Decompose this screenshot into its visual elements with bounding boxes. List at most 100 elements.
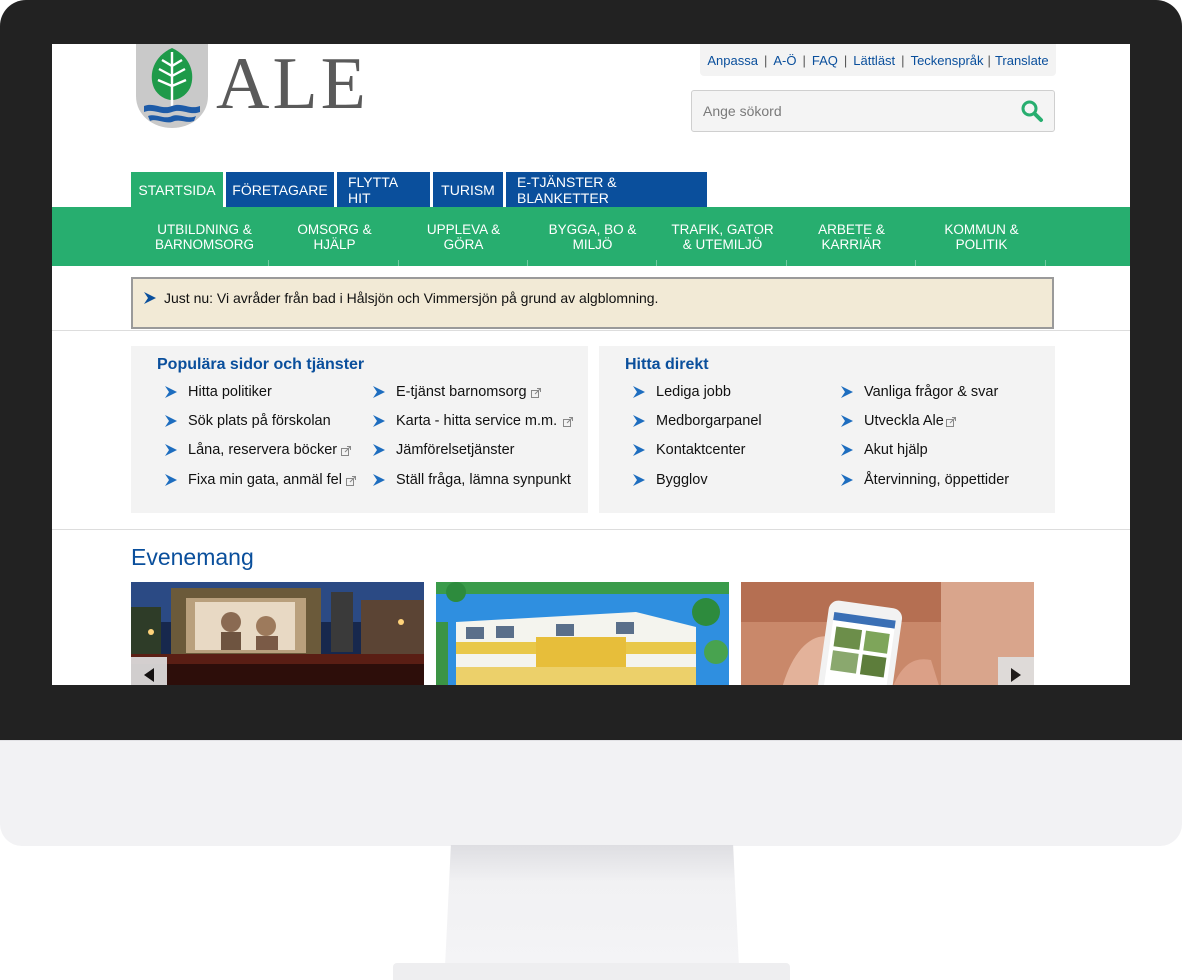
list-item[interactable]: Jämförelsetjänster xyxy=(373,442,515,458)
list-item[interactable]: Akut hjälp xyxy=(841,442,928,458)
event-card-outdoor-cinema[interactable] xyxy=(131,582,424,685)
list-item[interactable]: Hitta politiker xyxy=(165,384,272,400)
notice-text: Just nu: Vi avråder från bad i Hålsjön o… xyxy=(164,290,659,306)
link-translate[interactable]: Translate xyxy=(995,53,1049,68)
arrow-right-icon xyxy=(373,444,385,456)
monitor-stand xyxy=(445,845,739,967)
nav-omsorg[interactable]: OMSORG & HJÄLP xyxy=(270,207,399,266)
list-item[interactable]: Karta - hitta service m.m. xyxy=(373,413,574,429)
event-image-phone xyxy=(741,582,1034,685)
nav-label: GÖRA xyxy=(443,236,484,252)
nav-bygga[interactable]: BYGGA, BO & MILJÖ xyxy=(528,207,657,266)
list-item[interactable]: Sök plats på förskolan xyxy=(165,413,331,429)
arrow-right-icon xyxy=(841,386,853,398)
popular-title: Populära sidor och tjänster xyxy=(157,356,365,373)
list-item-label: Återvinning, öppettider xyxy=(864,472,1010,488)
tab-turism[interactable]: TURISM xyxy=(433,172,503,207)
list-item-label: Vanliga frågor & svar xyxy=(864,384,999,400)
link-faq[interactable]: FAQ xyxy=(812,53,838,68)
list-item-label: Sök plats på förskolan xyxy=(188,413,331,429)
list-item-label: Utveckla Ale xyxy=(864,413,944,429)
event-image-cinema xyxy=(131,582,424,685)
utility-links: Anpassa | A-Ö | FAQ | Lättläst | Teckens… xyxy=(700,44,1056,76)
arrow-right-icon xyxy=(841,415,853,427)
search-input[interactable] xyxy=(701,102,1005,120)
nav-utbildning[interactable]: UTBILDNING & BARNOMSORG xyxy=(140,207,269,266)
arrow-right-icon xyxy=(841,444,853,456)
list-item-label: Jämförelsetjänster xyxy=(396,442,515,458)
arrow-right-icon xyxy=(165,415,177,427)
tab-foretagare[interactable]: FÖRETAGARE xyxy=(226,172,334,207)
arrow-right-icon xyxy=(373,386,385,398)
nav-kommun[interactable]: KOMMUN & POLITIK xyxy=(917,207,1046,266)
audience-tabs: STARTSIDA FÖRETAGARE FLYTTA HIT TURISM E… xyxy=(131,172,710,207)
list-item[interactable]: Ställ fråga, lämna synpunkt xyxy=(373,472,571,488)
list-item[interactable]: Vanliga frågor & svar xyxy=(841,384,999,400)
nav-label: BARNOMSORG xyxy=(154,236,254,252)
list-item-label: Låna, reservera böcker xyxy=(188,442,338,458)
nav-label: OMSORG & xyxy=(297,221,372,237)
nav-trafik[interactable]: TRAFIK, GATOR & UTEMILJÖ xyxy=(658,207,787,266)
alert-notice[interactable]: Just nu: Vi avråder från bad i Hålsjön o… xyxy=(131,277,1054,329)
tab-startsida[interactable]: STARTSIDA xyxy=(131,172,223,207)
arrow-right-icon xyxy=(633,415,645,427)
list-item-label: Hitta politiker xyxy=(188,384,272,400)
list-item[interactable]: E-tjänst barnomsorg xyxy=(373,384,541,400)
list-item[interactable]: Återvinning, öppettider xyxy=(841,472,1010,488)
arrow-right-icon xyxy=(144,292,156,304)
list-item[interactable]: Lediga jobb xyxy=(633,384,731,400)
list-item[interactable]: Bygglov xyxy=(633,472,708,488)
list-item[interactable]: Medborgarpanel xyxy=(633,413,762,429)
nav-label: BYGGA, BO & xyxy=(548,221,637,237)
monitor-base xyxy=(393,963,790,980)
search-icon[interactable] xyxy=(1020,99,1044,123)
ale-shield-icon xyxy=(136,44,208,128)
list-item[interactable]: Låna, reservera böcker xyxy=(165,442,352,458)
external-link-icon xyxy=(345,476,356,486)
chevron-left-icon xyxy=(144,668,154,682)
arrow-right-icon xyxy=(633,474,645,486)
direct-title: Hitta direkt xyxy=(625,356,709,373)
event-card-mobile-app[interactable] xyxy=(741,582,1034,685)
link-lattlast[interactable]: Lättläst xyxy=(853,53,895,68)
nav-label: POLITIK xyxy=(955,236,1008,252)
list-item[interactable]: Utveckla Ale xyxy=(841,413,956,429)
link-teckensprak[interactable]: Teckenspråk xyxy=(911,53,984,68)
logo-wordmark: ALE xyxy=(216,44,369,125)
arrow-right-icon xyxy=(841,474,853,486)
separator: | xyxy=(843,52,848,68)
list-item-label: Kontaktcenter xyxy=(656,442,746,458)
nav-label: MILJÖ xyxy=(572,236,613,252)
nav-label: TRAFIK, GATOR xyxy=(671,221,774,237)
main-navigation: UTBILDNING & BARNOMSORG OMSORG & HJÄLP UPP… xyxy=(52,207,1130,266)
link-a-o[interactable]: A-Ö xyxy=(773,53,796,68)
nav-label: HJÄLP xyxy=(313,236,356,252)
list-item[interactable]: Fixa min gata, anmäl fel xyxy=(165,472,356,488)
divider xyxy=(52,529,1130,530)
event-card-building[interactable] xyxy=(436,582,729,685)
tab-e-tjanster[interactable]: E-TJÄNSTER & BLANKETTER xyxy=(506,172,707,207)
arrow-right-icon xyxy=(165,386,177,398)
list-item-label: Fixa min gata, anmäl fel xyxy=(188,472,342,488)
link-anpassa[interactable]: Anpassa xyxy=(707,53,758,68)
arrow-right-icon xyxy=(633,386,645,398)
list-item-label: Bygglov xyxy=(656,472,708,488)
external-link-icon xyxy=(530,388,541,398)
list-item-label: Karta - hitta service m.m. xyxy=(396,413,558,429)
nav-uppleva[interactable]: UPPLEVA & GÖRA xyxy=(399,207,528,266)
list-item-label: Akut hjälp xyxy=(864,442,928,458)
list-item[interactable]: Kontaktcenter xyxy=(633,442,746,458)
external-link-icon xyxy=(341,446,352,456)
popular-services-box: Populära sidor och tjänster Hitta politi… xyxy=(131,346,588,513)
arrow-right-icon xyxy=(373,415,385,427)
events-heading: Evenemang xyxy=(131,544,254,570)
carousel-prev-button[interactable] xyxy=(131,657,167,685)
event-image-building xyxy=(436,582,729,685)
tab-flytta-hit[interactable]: FLYTTA HIT xyxy=(337,172,430,207)
carousel-next-button[interactable] xyxy=(998,657,1034,685)
site-logo[interactable]: ALE xyxy=(134,44,366,128)
list-item-label: Ställ fråga, lämna synpunkt xyxy=(396,472,571,488)
nav-arbete[interactable]: ARBETE & KARRIÄR xyxy=(787,207,916,266)
nav-label: KARRIÄR xyxy=(821,236,882,252)
browser-screen: ALE Anpassa | A-Ö | FAQ | Lättläst | Tec… xyxy=(52,44,1130,685)
